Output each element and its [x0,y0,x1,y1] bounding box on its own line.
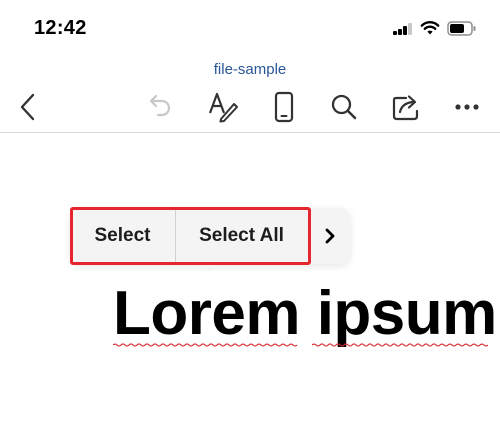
document-title[interactable]: file-sample [0,61,500,78]
battery-icon [447,21,477,36]
toolbar [0,85,500,130]
select-all-button[interactable]: Select All [175,208,308,264]
status-time: 12:42 [34,17,87,39]
mobile-view-icon[interactable] [264,87,304,127]
select-button[interactable]: Select [70,208,175,264]
more-icon[interactable] [447,87,487,127]
menu-next-button[interactable] [310,208,350,264]
document-body-text[interactable]: Lorem ipsum [113,283,497,345]
status-bar: 12:42 [0,0,500,56]
wifi-icon [420,20,440,36]
search-icon[interactable] [324,87,364,127]
format-text-icon[interactable] [203,87,243,127]
menu-pointer [200,263,218,271]
cellular-signal-icon [393,23,413,35]
back-icon[interactable] [8,87,48,127]
chevron-right-icon [325,228,335,244]
share-icon[interactable] [386,87,426,127]
toolbar-divider [0,132,500,133]
undo-icon[interactable] [141,87,181,127]
context-menu: Select Select All [70,208,350,264]
spellcheck-underline-2 [312,343,488,347]
spellcheck-underline-1 [113,343,298,347]
